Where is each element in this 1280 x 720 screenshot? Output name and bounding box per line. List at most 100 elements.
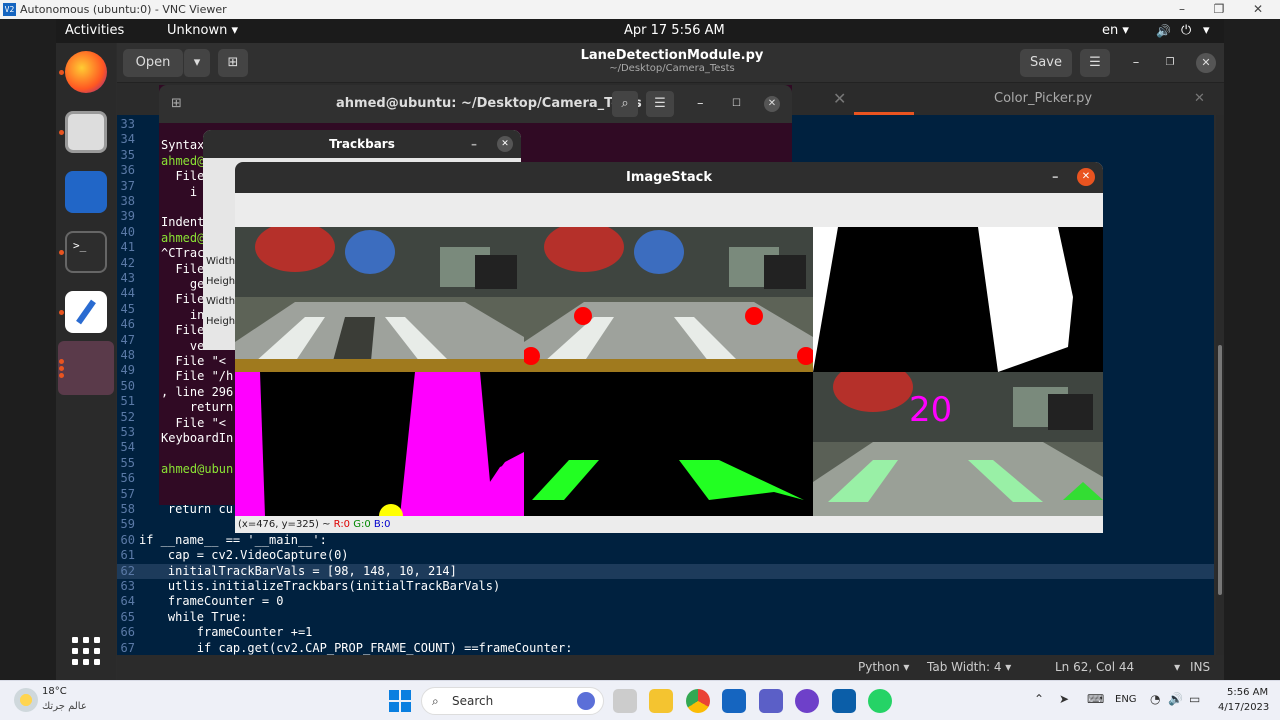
language-selector[interactable]: Python ▾ xyxy=(858,655,909,680)
hamburger-menu-icon[interactable]: ☰ xyxy=(646,91,674,117)
search-icon: ⌕ xyxy=(432,694,439,708)
terminal-icon[interactable]: >_ xyxy=(65,231,107,273)
line-number: 65 xyxy=(120,609,135,624)
open-button[interactable]: Open xyxy=(123,49,183,77)
tab-close-icon[interactable]: ✕ xyxy=(1194,83,1205,115)
terminal-line: File "/h xyxy=(161,369,234,384)
minimize-button[interactable]: – xyxy=(1052,162,1059,193)
running-indicator xyxy=(59,70,64,75)
close-button[interactable]: ✕ xyxy=(1077,168,1095,186)
firefox-icon[interactable] xyxy=(65,51,107,93)
vnc-app-icon: V2 xyxy=(3,3,16,16)
chevron-up-icon[interactable]: ⌃ xyxy=(1034,692,1044,706)
taskbar-time[interactable]: 5:56 AM xyxy=(1227,687,1268,698)
blue-value: B:0 xyxy=(373,519,391,530)
close-button[interactable]: ✕ xyxy=(1196,53,1216,73)
terminal-title: ahmed@ubuntu: ~/Desktop/Camera_Tests xyxy=(336,96,642,111)
close-button[interactable]: ✕ xyxy=(497,136,513,152)
red-value: R:0 xyxy=(333,519,351,530)
ubuntu-desktop: Activities Unknown ▾ Apr 17 5:56 AM en ▾… xyxy=(56,19,1224,680)
windows-taskbar: 18°C عالم جرتك ⌕ Search ⌃ ➤ ⌨ ENG ◔ 🔊 ▭ … xyxy=(0,680,1280,720)
file-path: ~/Desktop/Camera_Tests xyxy=(609,63,735,74)
terminal-line: ahmed@ubun xyxy=(161,461,234,476)
close-button[interactable]: ✕ xyxy=(764,96,780,112)
search-icon[interactable]: ⌕ xyxy=(612,91,638,117)
maximize-button[interactable]: ☐ xyxy=(732,85,741,123)
running-indicator xyxy=(59,130,64,135)
tab-color-picker[interactable]: Color_Picker.py ✕ xyxy=(854,83,1224,115)
imagestack-window[interactable]: ImageStack – ✕ 20 (x=476, y=325) ~ R:0 G… xyxy=(235,162,1103,533)
camera-frame-warp-points xyxy=(524,227,813,372)
imagestack-toolbar xyxy=(235,193,1103,227)
save-button[interactable]: Save xyxy=(1020,49,1072,77)
windows-start-icon[interactable] xyxy=(389,690,411,712)
power-icon[interactable]: ⏻ xyxy=(1181,19,1191,43)
terminal-line: ge xyxy=(161,277,205,291)
github-icon[interactable] xyxy=(795,689,819,713)
input-language[interactable]: ENG xyxy=(1115,694,1137,705)
line-number: 57 xyxy=(120,486,135,501)
battery-icon[interactable]: ▭ xyxy=(1189,692,1200,706)
chevron-down-icon[interactable]: ▾ xyxy=(1203,19,1210,43)
chrome-icon[interactable] xyxy=(686,689,710,713)
weather-desc[interactable]: عالم جرتك xyxy=(42,701,87,712)
new-tab-icon[interactable]: ⊞ xyxy=(171,85,182,123)
green-value: G:0 xyxy=(353,519,371,530)
file-explorer-icon[interactable] xyxy=(649,689,673,713)
tab-width-selector[interactable]: Tab Width: 4 ▾ xyxy=(927,655,1011,680)
activities-button[interactable]: Activities xyxy=(65,19,124,43)
cursor-coordinates: (x=476, y=325) ~ xyxy=(238,519,334,530)
new-tab-button[interactable]: ⊞ xyxy=(218,49,248,77)
show-apps-icon[interactable] xyxy=(72,637,100,665)
taskbar-date[interactable]: 4/17/2023 xyxy=(1218,702,1269,713)
taskbar-search[interactable]: ⌕ Search xyxy=(421,687,604,715)
editor-scrollbar[interactable] xyxy=(1216,115,1224,655)
minimize-button[interactable]: – xyxy=(1122,49,1150,77)
camera-frame-original xyxy=(235,227,524,372)
tab-label: Color_Picker.py xyxy=(994,91,1093,106)
app-menu[interactable]: Unknown ▾ xyxy=(167,19,238,43)
insert-mode[interactable]: INS xyxy=(1190,655,1210,680)
minimize-button[interactable]: – xyxy=(697,85,704,123)
files-icon[interactable] xyxy=(65,111,107,153)
vnc-minimize-button[interactable]: – xyxy=(1164,0,1200,19)
task-view-icon[interactable] xyxy=(613,689,637,713)
terminal-line: ahmed@ xyxy=(161,153,205,168)
code-line: initialTrackBarVals = [98, 148, 10, 214] xyxy=(139,563,457,578)
clock[interactable]: Apr 17 5:56 AM xyxy=(624,19,725,43)
scrollbar-thumb[interactable] xyxy=(1218,345,1222,595)
hamburger-menu-icon[interactable]: ☰ xyxy=(1080,49,1110,77)
weather-icon[interactable] xyxy=(14,688,38,712)
terminal-line: , line 296 xyxy=(161,384,234,399)
whatsapp-icon[interactable] xyxy=(868,689,892,713)
code-line: utlis.initializeTrackbars(initialTrackBa… xyxy=(139,579,501,593)
wifi-icon[interactable]: ◔ xyxy=(1150,692,1160,706)
trackbar-label: Heigh xyxy=(206,316,236,327)
line-number: 63 xyxy=(120,579,135,593)
keyboard-icon[interactable]: ⌨ xyxy=(1087,692,1104,706)
active-app-highlight[interactable] xyxy=(58,341,114,395)
teams-icon[interactable] xyxy=(759,689,783,713)
vnc-maximize-button[interactable]: ❐ xyxy=(1201,0,1237,19)
text-editor-icon[interactable] xyxy=(65,291,107,333)
language-indicator[interactable]: en ▾ xyxy=(1102,19,1129,43)
trackbar-label: Width xyxy=(206,296,236,307)
terminal-line: ^CTrac xyxy=(161,246,205,261)
writer-icon[interactable] xyxy=(65,171,107,213)
trackbar-label: Width xyxy=(206,256,236,267)
terminal-line: i xyxy=(161,184,198,199)
minimize-button[interactable]: – xyxy=(471,130,477,158)
weather-temp[interactable]: 18°C xyxy=(42,686,67,697)
maximize-button[interactable]: ❐ xyxy=(1156,49,1184,77)
running-indicator xyxy=(59,373,64,378)
vnc-viewer-icon[interactable] xyxy=(832,689,856,713)
send-icon[interactable]: ➤ xyxy=(1059,692,1069,706)
vnc-close-button[interactable]: ✕ xyxy=(1240,0,1276,19)
search-label: Search xyxy=(452,694,494,708)
volume-icon[interactable]: 🔊 xyxy=(1156,19,1171,43)
tab-close-icon[interactable]: ✕ xyxy=(833,83,846,115)
volume-icon[interactable]: 🔊 xyxy=(1168,692,1183,706)
mail-icon[interactable] xyxy=(722,689,746,713)
open-dropdown-button[interactable]: ▾ xyxy=(183,49,210,77)
cursor-position[interactable]: Ln 62, Col 44 ▾ xyxy=(1055,655,1180,680)
